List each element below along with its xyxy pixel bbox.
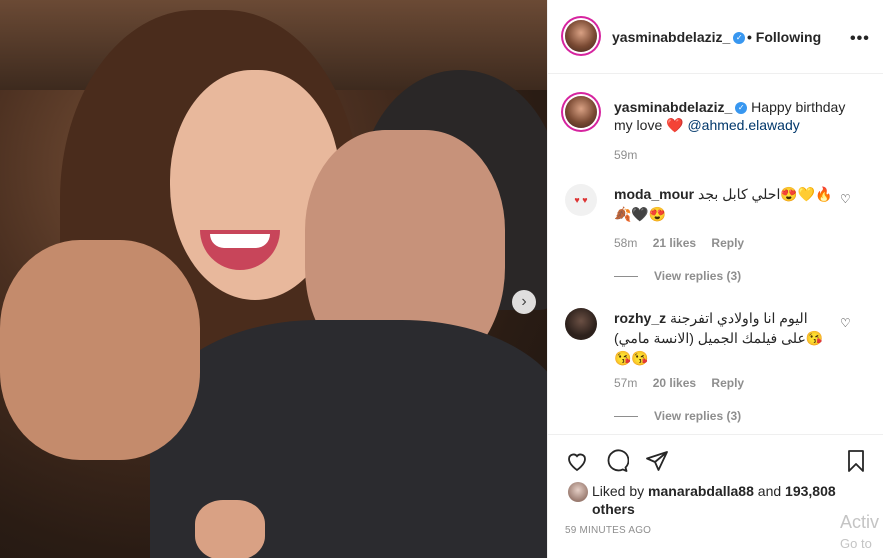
author-avatar[interactable] [565, 20, 597, 52]
commenter-avatar[interactable]: ♥ ♥ [565, 184, 597, 216]
comment-time[interactable]: 57m [614, 376, 637, 390]
more-options-icon[interactable]: ••• [850, 30, 870, 48]
caption-mention[interactable]: @ahmed.elawady [687, 117, 799, 133]
view-replies-button[interactable]: View replies (3) [614, 409, 741, 423]
post-side-panel: yasminabdelaziz_ ✓ • Following ••• yasmin… [547, 0, 883, 558]
like-comment-heart-icon[interactable]: ♡ [840, 192, 851, 206]
photo-arm [0, 240, 200, 460]
comment-username[interactable]: moda_mour [614, 186, 694, 202]
post-caption: yasminabdelaziz_ ✓ Happy birthday my love… [614, 98, 854, 134]
post-header: yasminabdelaziz_ ✓ • Following ••• [548, 0, 883, 74]
liked-by-user[interactable]: manarabdalla88 [648, 483, 754, 499]
follow-separator: • [747, 29, 752, 45]
comment-likes[interactable]: 20 likes [653, 376, 696, 390]
next-image-button[interactable]: › [512, 290, 536, 314]
commenter-avatar[interactable] [565, 308, 597, 340]
following-label: Following [755, 29, 822, 45]
post-actions-bar [548, 434, 883, 483]
heart-emoji-icon: ❤️ [666, 117, 684, 133]
verified-badge-icon: ✓ [735, 102, 748, 115]
instagram-post: › yasminabdelaziz_ ✓ • Following ••• yasm… [0, 0, 883, 558]
likes-text: Liked by manarabdalla88 and 193,808 othe… [592, 482, 842, 518]
post-photo[interactable]: › [0, 0, 547, 558]
comment-username[interactable]: rozhy_z [614, 310, 666, 326]
comment-time[interactable]: 58m [614, 236, 637, 250]
following-button[interactable]: • Following [747, 29, 821, 45]
reply-button[interactable]: Reply [711, 236, 744, 250]
comment: moda_mour احلي كابل بجد😍💛🔥🍂🖤😍 [614, 184, 834, 224]
caption-author-avatar[interactable] [565, 96, 597, 128]
comment-meta: 58m 21 likes Reply [614, 236, 756, 250]
reply-button[interactable]: Reply [711, 376, 744, 390]
verified-badge-icon: ✓ [733, 31, 746, 44]
comment: rozhy_z اليوم انا واولادي اتفرجنة على في… [614, 308, 834, 368]
replies-divider [614, 276, 638, 278]
liked-by-prefix: Liked by [592, 483, 645, 499]
windows-activation-watermark: Activ [840, 512, 880, 532]
commenter-avatar-logo: ♥ ♥ [574, 195, 588, 205]
bookmark-save-icon[interactable] [844, 449, 868, 473]
replies-divider [614, 416, 638, 418]
view-replies-label: View replies (3) [654, 409, 742, 423]
author-name-row: yasminabdelaziz_ ✓ [612, 29, 746, 47]
like-comment-heart-icon[interactable]: ♡ [840, 316, 851, 330]
liker-avatar[interactable] [568, 482, 588, 502]
liked-by-and: and [757, 483, 782, 499]
comment-meta: 57m 20 likes Reply [614, 376, 756, 390]
like-heart-icon[interactable] [565, 449, 589, 473]
share-paper-plane-icon[interactable] [645, 449, 669, 473]
windows-activation-watermark-sub: Go to [840, 536, 872, 551]
caption-time[interactable]: 59m [614, 148, 637, 162]
post-timestamp[interactable]: 59 MINUTES AGO [565, 525, 651, 536]
comment-likes[interactable]: 21 likes [653, 236, 696, 250]
photo-hand [195, 500, 265, 558]
comment-bubble-icon[interactable] [605, 449, 629, 473]
view-replies-label: View replies (3) [654, 269, 742, 283]
comments-section: yasminabdelaziz_ ✓ Happy birthday my love… [548, 74, 883, 434]
caption-username[interactable]: yasminabdelaziz_ [614, 99, 732, 115]
chevron-right-icon: › [521, 293, 527, 310]
author-username[interactable]: yasminabdelaziz_ [612, 29, 730, 45]
view-replies-button[interactable]: View replies (3) [614, 269, 741, 283]
